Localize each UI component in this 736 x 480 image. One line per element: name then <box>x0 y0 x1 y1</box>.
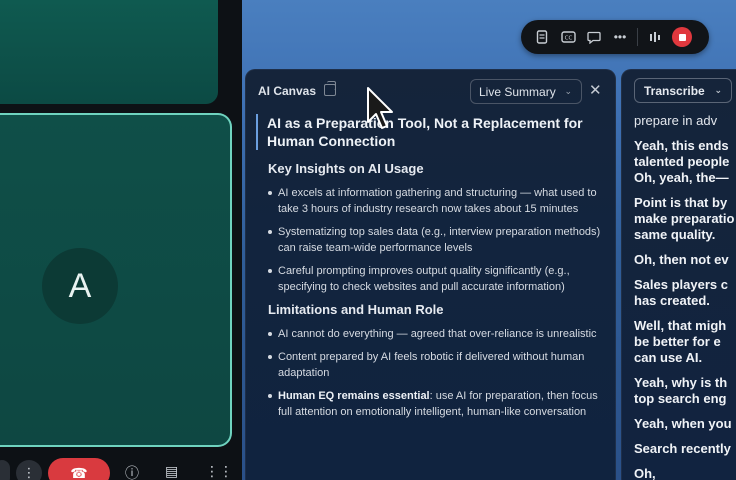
avatar-letter: A <box>68 266 92 305</box>
transcript-line: make preparatio <box>634 211 735 226</box>
section-heading: Key Insights on AI Usage <box>268 161 424 176</box>
transcript-line: has created. <box>634 293 710 308</box>
transcribe-panel: Transcribe ⌄ prepare in adv Yeah, this en… <box>621 69 736 480</box>
mouse-cursor-icon <box>367 87 393 129</box>
section-heading: Limitations and Human Role <box>268 302 444 317</box>
bullet-list: AI cannot do everything — agreed that ov… <box>254 326 610 420</box>
chevron-down-icon: ⌄ <box>564 86 572 96</box>
transcript-line: Sales players c <box>634 277 728 292</box>
transcript-line: Oh, then not ev <box>634 252 729 267</box>
bullet-item: Content prepared by AI feels robotic if … <box>254 349 610 381</box>
more-icon[interactable]: ••• <box>607 24 633 50</box>
ai-canvas-panel: AI Canvas Live Summary ⌄ ✕ AI as a Prepa… <box>245 69 616 480</box>
transcript-lines: prepare in adv Yeah, this ends talented pe… <box>634 113 736 480</box>
transcript-line: prepare in adv <box>634 113 718 128</box>
document-icon[interactable] <box>529 24 555 50</box>
bullet-emphasis: Human EQ remains essential <box>278 390 430 402</box>
transcript-line: Yeah, when you <box>634 416 732 431</box>
transcribe-dropdown[interactable]: Transcribe ⌄ <box>634 78 732 103</box>
transcribe-label: Transcribe <box>644 83 705 98</box>
bullet-item: Careful prompting improves output qualit… <box>254 263 610 295</box>
transcript-line: Oh, yeah, the— <box>634 170 729 185</box>
svg-text:CC: CC <box>564 36 572 42</box>
notes-icon[interactable]: ▤ <box>165 463 178 480</box>
chat-icon[interactable] <box>581 24 607 50</box>
copy-icon[interactable] <box>324 81 336 96</box>
bullet-item: AI cannot do everything — agreed that ov… <box>254 326 610 342</box>
bullet-item: AI excels at information gathering and s… <box>254 185 610 217</box>
video-grid: A ⋮ ☎ ⓘ ▤ ⋮⋮ <box>0 0 242 480</box>
recording-toolbar: CC ••• <box>521 20 709 54</box>
ai-canvas-content: AI as a Preparation Tool, Not a Replacem… <box>254 114 610 480</box>
transcript-line: Point is that by <box>634 195 728 210</box>
end-call-button[interactable]: ☎ <box>48 458 110 480</box>
more-options-button[interactable]: ⋮ <box>16 460 42 480</box>
stop-recording-icon[interactable] <box>672 27 692 47</box>
summary-mode-dropdown[interactable]: Live Summary ⌄ <box>470 79 582 104</box>
audio-levels-icon[interactable] <box>642 24 668 50</box>
bullet-item: Human EQ remains essential: use AI for p… <box>254 388 610 420</box>
captions-icon[interactable]: CC <box>555 24 581 50</box>
control-left-partial[interactable] <box>0 460 10 480</box>
participant-tile-active[interactable]: A <box>0 113 232 447</box>
vertical-dots-icon: ⋮ <box>22 465 36 480</box>
transcript-line: top search eng <box>634 391 727 406</box>
chevron-down-icon: ⌄ <box>714 85 722 95</box>
transcript-line: Oh, <box>634 466 656 480</box>
transcript-line: same quality. <box>634 227 716 242</box>
bullet-item: Systematizing top sales data (e.g., inte… <box>254 224 610 256</box>
summary-mode-label: Live Summary <box>479 84 556 99</box>
transcript-line: talented people <box>634 154 730 169</box>
transcript-line: can use AI. <box>634 350 703 365</box>
transcript-line: Yeah, why is th <box>634 375 728 390</box>
participant-tile-top[interactable] <box>0 0 218 104</box>
close-icon[interactable]: ✕ <box>589 81 602 99</box>
transcript-line: Yeah, this ends <box>634 138 729 153</box>
ai-canvas-title: AI Canvas <box>258 84 317 98</box>
transcript-line: Well, that migh <box>634 318 727 333</box>
avatar: A <box>42 248 118 324</box>
meeting-controls-bar: ⋮ ☎ ⓘ ▤ ⋮⋮ <box>0 452 242 480</box>
transcript-line: be better for e <box>634 334 721 349</box>
bullet-list: AI excels at information gathering and s… <box>254 185 610 295</box>
summary-heading: AI as a Preparation Tool, Not a Replacem… <box>256 114 610 150</box>
phone-hangup-icon: ☎ <box>70 464 88 480</box>
transcript-line: Search recently <box>634 441 731 456</box>
toolbar-divider <box>637 28 638 46</box>
info-icon[interactable]: ⓘ <box>125 463 139 480</box>
ai-canvas-header: AI Canvas Live Summary ⌄ ✕ <box>246 70 615 110</box>
apps-grid-icon[interactable]: ⋮⋮ <box>205 463 233 480</box>
